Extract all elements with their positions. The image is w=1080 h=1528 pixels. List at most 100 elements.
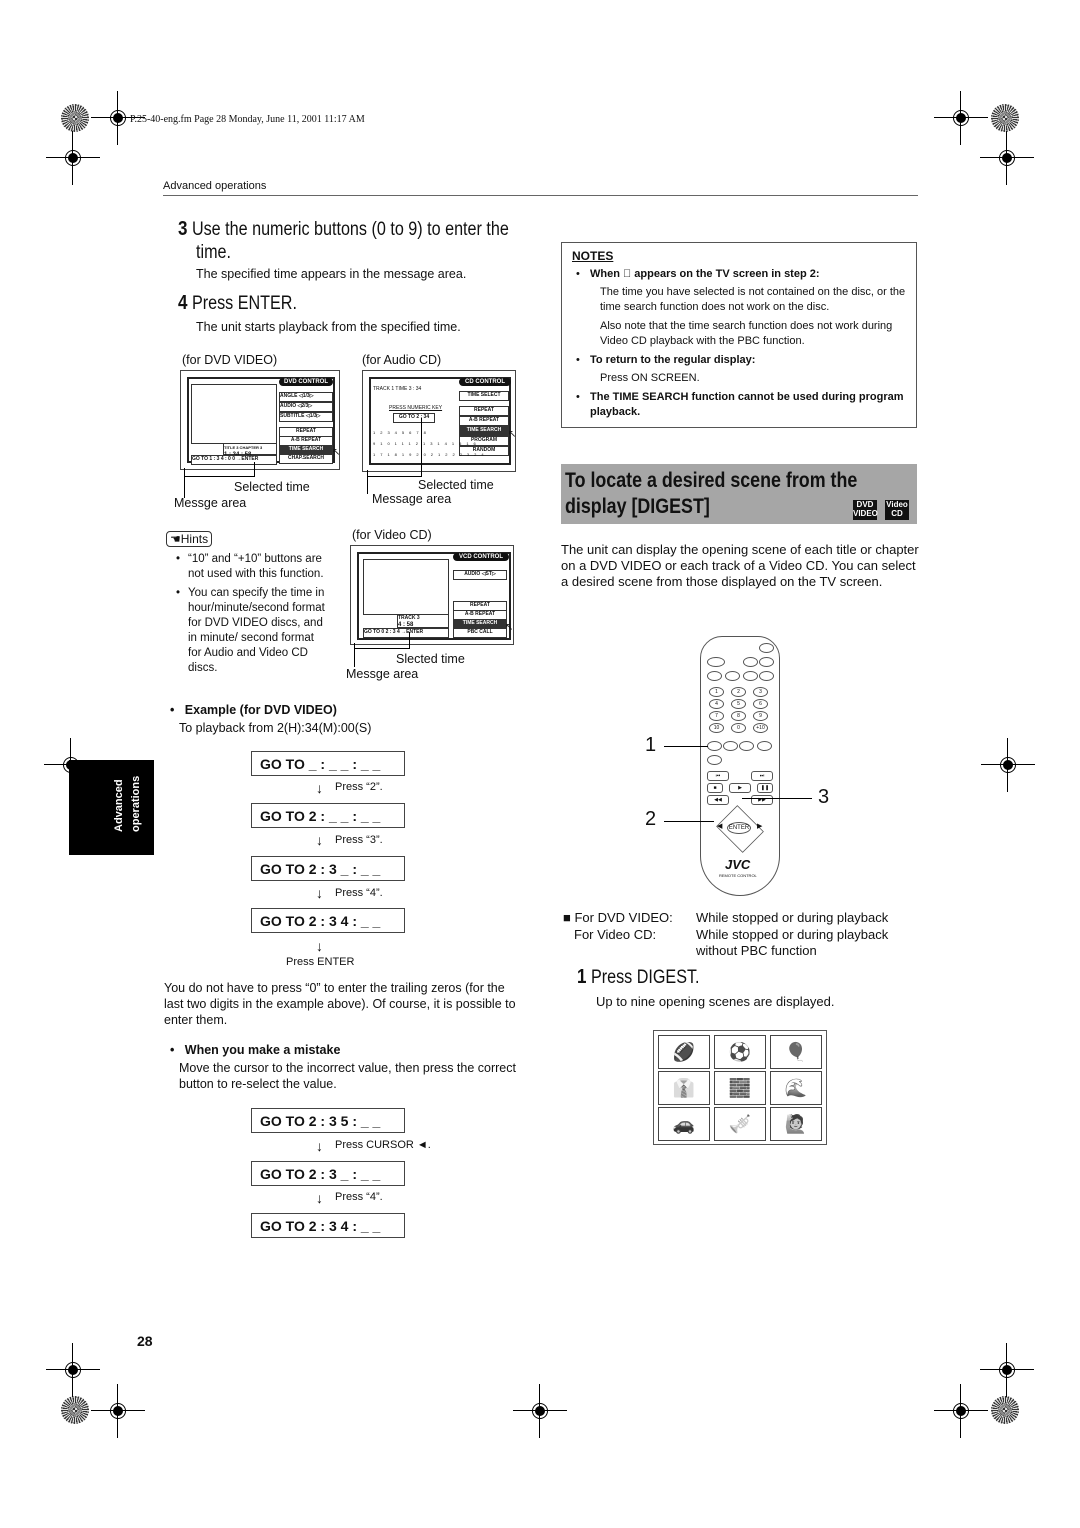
crosshair-icon — [981, 738, 1035, 792]
remote-key — [743, 671, 758, 681]
dvd-info: TITLE 3 CHAPTER 31 : 34 : 58 — [223, 443, 277, 458]
down-arrow-icon: ↓ — [316, 832, 323, 848]
registration-star-icon — [61, 104, 89, 132]
square-bullet-icon: ■ — [563, 910, 571, 925]
dvd-selected-time-label: Selected time — [234, 480, 310, 494]
goto-display: GO TO 2 : _ _ : _ _ — [251, 803, 405, 828]
press-instruction: Press CURSOR ◄. — [335, 1139, 431, 1151]
vcd-info: TRACK 34 : 58 — [397, 614, 449, 628]
thumbnail-trumpet-player: 🎺 — [714, 1107, 766, 1141]
cd-press-numeric-key: PRESS NUMERIC KEY — [389, 405, 443, 411]
remote-slow-rev-button: ◀◀ — [707, 795, 729, 805]
side-tab: Advanced operations — [69, 760, 154, 855]
cd-menu-time-search: TIME SEARCH — [459, 426, 509, 436]
remote-number-key: 8 — [731, 711, 746, 721]
note-body: Also note that the time search function … — [600, 320, 893, 347]
dvd-message-area: GO TO 1 : 3 4 : 0 0 →ENTER — [191, 455, 277, 465]
callout-3: 3 — [818, 786, 830, 808]
digest-section-title: To locate a desired scene from the displa… — [561, 464, 917, 524]
note-item: • To return to the regular display: — [576, 354, 756, 366]
remote-key — [759, 657, 774, 667]
dvd-video-badge: DVD VIDEO — [853, 500, 878, 520]
dvd-control-title: DVD CONTROL — [279, 378, 333, 386]
crosshair-icon — [934, 91, 988, 145]
condition-vcd-label: For Video CD: — [574, 927, 657, 942]
down-arrow-icon: ↓ — [316, 780, 323, 796]
step-3-title: 3 Use the numeric buttons (0 to 9) to en… — [178, 218, 509, 240]
remote-number-key: 10 — [709, 723, 724, 733]
page-number: 28 — [137, 1333, 153, 1349]
cd-control-title: CD CONTROL — [459, 378, 511, 386]
remote-number-key: 7 — [709, 711, 724, 721]
remote-number-key: 2 — [731, 687, 746, 697]
vcd-message-area: GO TO 0 2 : 3 4 →ENTER — [363, 628, 449, 638]
condition-vcd-value: While stopped or during playback without… — [696, 927, 889, 958]
step-3-desc: The specified time appears in the messag… — [196, 267, 467, 281]
cd-goto-field: GO TO 2 : 34 — [393, 413, 435, 423]
digest-intro: The unit can display the opening scene o… — [561, 542, 919, 589]
crosshair-icon — [46, 1343, 100, 1397]
cursor-icon: ↖ — [505, 622, 514, 633]
notes-title: NOTES — [572, 249, 614, 263]
vcd-message-area-label: Messge area — [346, 667, 419, 681]
remote-number-key: 4 — [709, 699, 724, 709]
crosshair-icon — [91, 1384, 145, 1438]
remote-key — [757, 741, 772, 751]
cd-track-info: TRACK 1 TIME 3 : 34 — [373, 386, 422, 392]
dvd-screen-caption: (for DVD VIDEO) — [182, 353, 278, 367]
dvd-menu-chap-search: CHAP.SEARCH — [279, 454, 333, 464]
example-desc: To playback from 2(H):34(M):00(S) — [179, 721, 372, 735]
remote-pause-button: ❚❚ — [757, 783, 773, 793]
remote-play-button: ▶ — [729, 783, 751, 793]
note-body: The time you have selected is not contai… — [600, 286, 906, 313]
remote-number-key: 9 — [753, 711, 768, 721]
goto-display: GO TO 2 : 3 5 : _ _ — [251, 1108, 405, 1133]
thumbnail-balloons: 🎈 — [770, 1035, 822, 1069]
dvd-audio-row: AUDIO ◁2/3▷ — [279, 402, 333, 412]
cursor-icon: ↖ — [508, 429, 517, 440]
digest-title-text: To locate a desired scene from the displa… — [565, 469, 858, 518]
remote-control-illustration: 1 2 3 4 5 6 7 8 9 10 0 +10 ⏮ ⏭ ■ ▶ ❚❚ ◀◀ ▶▶ ENTER ◀… — [700, 636, 780, 896]
hints-list: • “10” and “+10” buttons are not used wit… — [176, 552, 326, 676]
crosshair-icon — [513, 1384, 567, 1438]
example-title: • Example (for DVD VIDEO) — [170, 703, 337, 717]
jvc-logo: JVC — [725, 857, 751, 872]
thumbnail-waving-child: 🙋 — [770, 1107, 822, 1141]
side-tab-line2: operations — [130, 775, 142, 832]
video-cd-badge: Video CD — [885, 500, 909, 520]
step-4-title: 4 Press ENTER. — [178, 292, 297, 314]
press-instruction: Press “2”. — [335, 781, 383, 793]
remote-prev-button: ⏮ — [707, 771, 729, 781]
cd-control-screen: CD CONTROL TRACK 1 TIME 3 : 34 TIME SELE… — [362, 370, 516, 472]
cursor-left-icon: ◀ — [717, 823, 723, 830]
step-1-desc: Up to nine opening scenes are displayed. — [596, 994, 835, 1009]
thumbnail-street-car: 🚗 — [658, 1107, 710, 1141]
goto-display: GO TO 2 : 3 4 : _ _ — [251, 1213, 405, 1238]
note-item: • The TIME SEARCH function cannot be used… — [576, 391, 904, 418]
registration-star-icon — [61, 1396, 89, 1424]
thumbnail-man-at-wall: 🧱 — [714, 1071, 766, 1105]
remote-label: REMOTE CONTROL — [719, 873, 757, 878]
thumbnail-man-in-suit: 👔 — [658, 1071, 710, 1105]
remote-number-key: 1 — [709, 687, 724, 697]
crosshair-icon — [46, 131, 100, 185]
goto-display: GO TO 2 : 3 _ : _ _ — [251, 856, 405, 881]
remote-open-close-button — [707, 657, 725, 667]
cd-menu-ab-repeat: A-B REPEAT — [459, 416, 509, 426]
note-body: Press ON SCREEN. — [600, 372, 700, 384]
remote-number-key: 6 — [753, 699, 768, 709]
goto-display: GO TO 2 : 3 4 : _ _ — [251, 908, 405, 933]
hand-icon: ☚ — [170, 532, 181, 546]
side-tab-line1: Advanced — [113, 779, 125, 832]
remote-key — [759, 671, 774, 681]
remote-number-key: 5 — [731, 699, 746, 709]
step-1-title: 1 Press DIGEST. — [577, 966, 700, 988]
remote-next-button: ⏭ — [751, 771, 773, 781]
cursor-right-icon: ▶ — [757, 823, 763, 830]
dvd-control-screen: DVD CONTROL ANGLE ◁1/3▷ AUDIO ◁2/3▷ SUBT… — [180, 370, 340, 470]
hint-item: • “10” and “+10” buttons are not used wit… — [176, 553, 324, 580]
dvd-angle-row: ANGLE ◁1/3▷ — [279, 392, 333, 402]
crosshair-icon — [91, 91, 145, 145]
vcd-menu-pbc-call: PBC CALL — [453, 628, 507, 638]
press-enter-instruction: Press ENTER — [286, 956, 355, 968]
